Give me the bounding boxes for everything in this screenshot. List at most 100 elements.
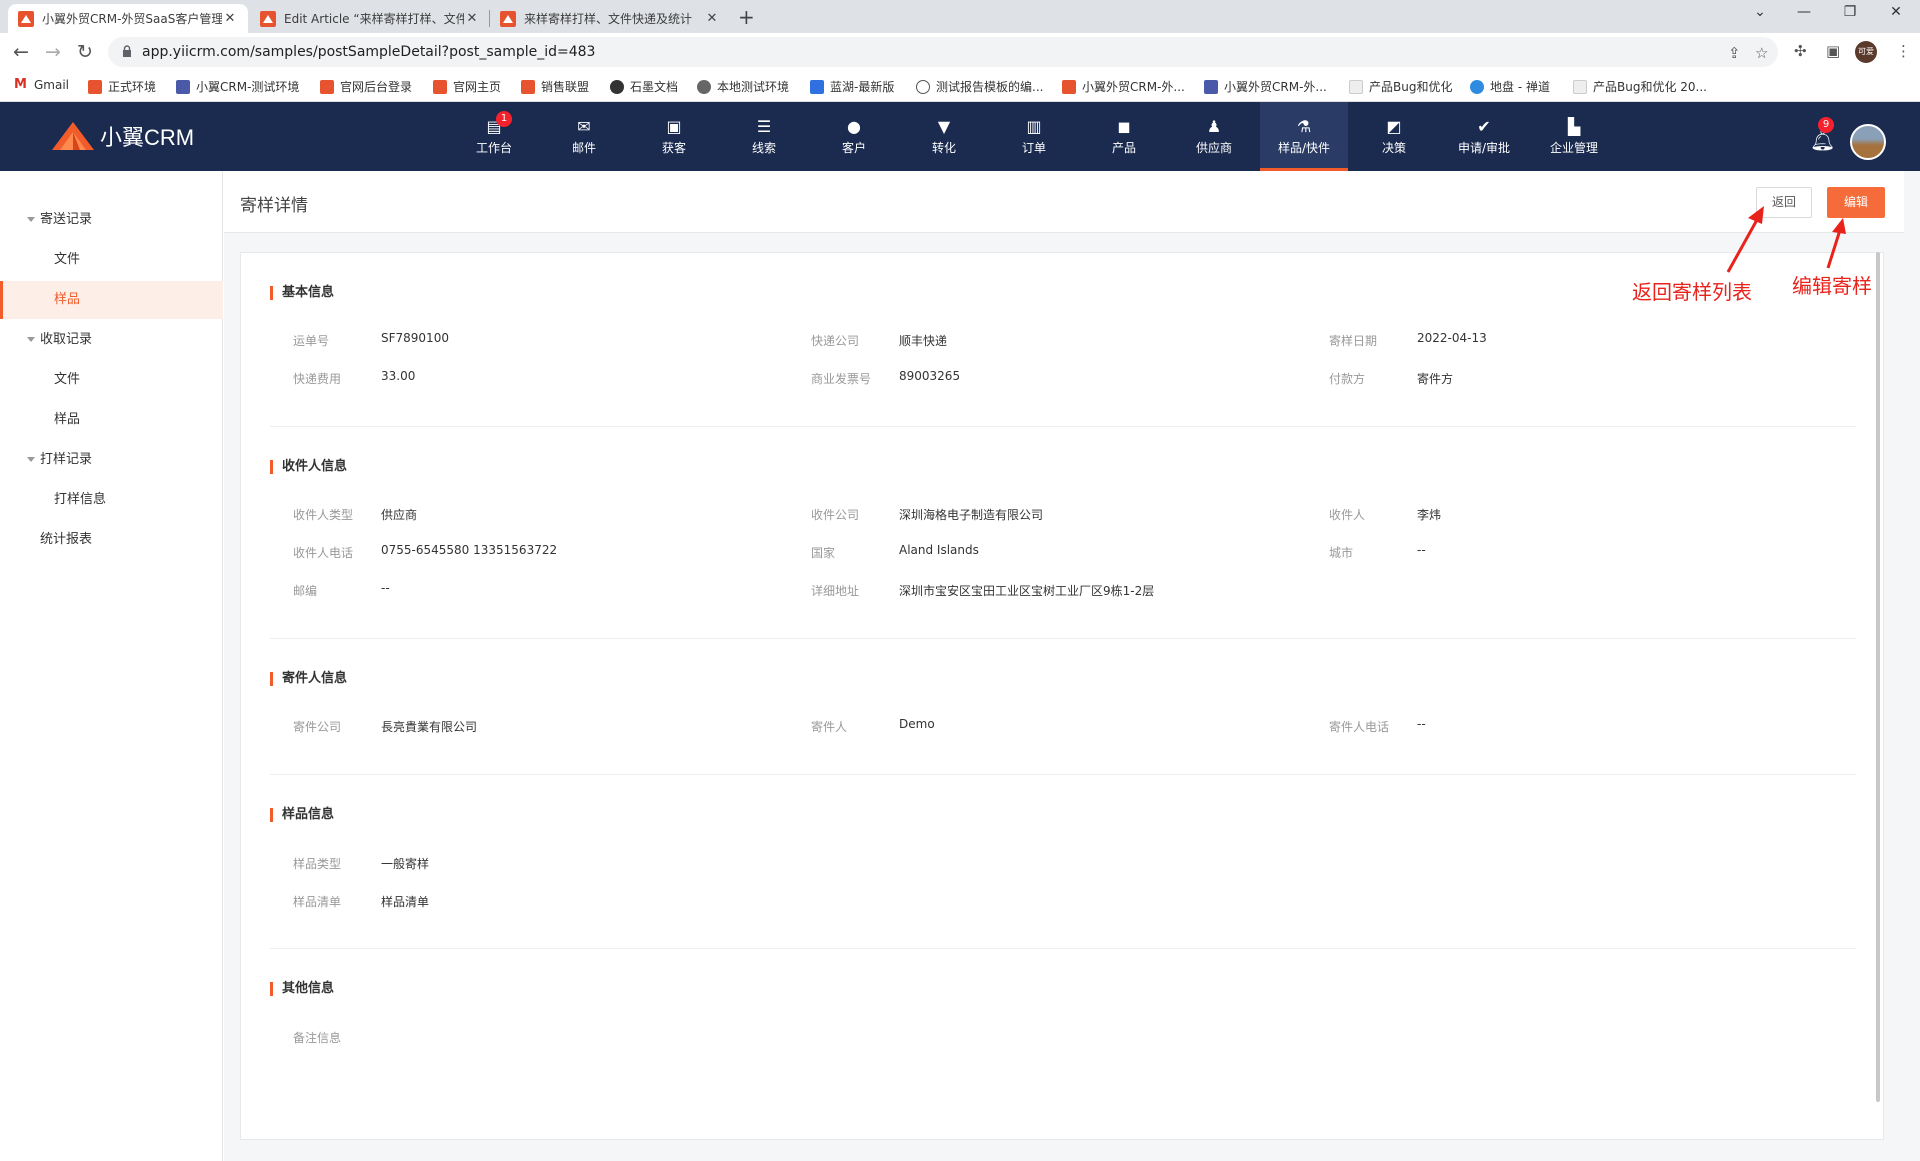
new-tab-plus-icon[interactable]: + [738, 5, 755, 29]
bookmark-item[interactable]: M Gmail [14, 78, 69, 92]
browser-tab-strip: 小翼外贸CRM-外贸SaaS客户管理 ✕ Edit Article “来样寄样打… [0, 0, 1920, 33]
bookmark-item[interactable]: 销售联盟 [521, 78, 589, 95]
nav-products[interactable]: ◼ 产品 [1080, 102, 1168, 171]
bookmark-item[interactable]: 产品Bug和优化 20... [1573, 78, 1707, 95]
nav-label: 订单 [1021, 141, 1046, 155]
section-divider [270, 638, 1856, 639]
field-label: 邮编 [293, 584, 318, 598]
close-icon[interactable]: ✕ [704, 11, 720, 26]
restore-icon[interactable]: ❐ [1830, 4, 1870, 20]
bookmark-item[interactable]: 产品Bug和优化 [1349, 78, 1452, 95]
bookmark-item[interactable]: 正式环境 [88, 78, 156, 95]
nav-mail[interactable]: ✉ 邮件 [540, 102, 628, 171]
bookmark-item[interactable]: 本地测试环境 [697, 78, 789, 95]
crm-test-icon [1204, 79, 1218, 94]
window-close-icon[interactable]: ✕ [1876, 4, 1916, 20]
browser-tab-samples[interactable]: 来样寄样打样、文件快递及统计 ✕ [490, 4, 730, 33]
sidebar-item-proofing-info[interactable]: 打样信息 [0, 481, 223, 519]
edit-button[interactable]: 编辑 [1827, 187, 1885, 218]
field-value: 供应商 [381, 508, 418, 522]
nav-dashboard[interactable]: ▤ 工作台 1 [450, 102, 538, 171]
user-avatar[interactable] [1850, 124, 1886, 160]
bookmark-item[interactable]: 小翼外贸CRM-外... [1062, 78, 1185, 95]
globe-icon [697, 79, 711, 94]
nav-label: 线索 [751, 141, 776, 155]
field-value: -- [1417, 717, 1426, 731]
reload-icon[interactable]: ↻ [72, 39, 98, 65]
nav-acquire[interactable]: ▣ 获客 [630, 102, 718, 171]
page-header: 寄样详情 返回 编辑 [224, 171, 1904, 233]
share-icon[interactable]: ⇪ [1728, 44, 1741, 62]
bookmark-item[interactable]: 官网主页 [433, 78, 501, 95]
tab-search-chevron-icon[interactable]: ⌄ [1740, 4, 1780, 20]
sidebar-item-send-samples[interactable]: 样品 [0, 281, 223, 319]
field-label: 寄样日期 [1329, 334, 1378, 348]
field-value: 0755-6545580 13351563722 [381, 543, 558, 557]
app-logo[interactable]: 小翼CRM [50, 120, 194, 152]
close-icon[interactable]: ✕ [464, 11, 480, 26]
nav-customers[interactable]: ● 客户 [810, 102, 898, 171]
customer-icon: ● [847, 117, 861, 136]
bookmark-item[interactable]: 小翼外贸CRM-外... [1204, 78, 1327, 95]
profile-avatar[interactable]: 可爱 [1855, 41, 1877, 63]
bookmark-label: 正式环境 [108, 80, 157, 94]
bookmark-item[interactable]: 官网后台登录 [320, 78, 412, 95]
app-top-nav: 小翼CRM ▤ 工作台 1 ✉ 邮件 ▣ 获客 ☰ 线索 ● 客户 ▼ 转化 ▥… [0, 102, 1920, 171]
mail-icon: ✉ [577, 117, 591, 136]
forward-arrow-icon[interactable]: → [40, 39, 66, 65]
product-icon: ◼ [1117, 117, 1131, 136]
bookmark-item[interactable]: 测试报告模板的编... [916, 78, 1043, 95]
nav-approval[interactable]: ✔ 申请/审批 [1440, 102, 1528, 171]
field-label: 详细地址 [811, 584, 860, 598]
field-value: 長亮貴業有限公司 [381, 720, 478, 734]
sidebar-group-proofing-records[interactable]: 打样记录 [0, 441, 223, 479]
bookmark-item[interactable]: 蓝湖-最新版 [810, 78, 894, 95]
scrollbar[interactable] [1876, 252, 1880, 1102]
nav-samples[interactable]: ⚗ 样品/快件 [1260, 102, 1348, 171]
nav-label: 供应商 [1195, 141, 1232, 155]
nav-conversion[interactable]: ▼ 转化 [900, 102, 988, 171]
nav-badge: 1 [496, 111, 512, 127]
minimize-icon[interactable]: — [1784, 4, 1824, 20]
field-value: 顺丰快递 [899, 334, 948, 348]
close-icon[interactable]: ✕ [222, 11, 238, 26]
side-panel-icon[interactable]: ▣ [1826, 42, 1840, 60]
bookmark-item[interactable]: 石墨文档 [610, 78, 678, 95]
section-title-sender: 寄件人信息 [270, 672, 347, 686]
sidebar-group-receive-records[interactable]: 收取记录 [0, 321, 223, 359]
nav-label: 样品/快件 [1277, 141, 1331, 155]
browser-tab-crm[interactable]: 小翼外贸CRM-外贸SaaS客户管理 ✕ [8, 4, 248, 33]
field-value: 深圳市宝安区宝田工业区宝树工业厂区9栋1-2层 [899, 584, 1155, 598]
url-text: app.yiicrm.com/samples/postSampleDetail?… [142, 44, 596, 60]
bookmark-item[interactable]: 小翼CRM-测试环境 [176, 78, 299, 95]
sidebar-item-receive-files[interactable]: 文件 [0, 361, 223, 399]
field-value: 李炜 [1417, 508, 1442, 522]
sidebar-group-send-records[interactable]: 寄送记录 [0, 201, 223, 239]
nav-leads[interactable]: ☰ 线索 [720, 102, 808, 171]
tab-title: 来样寄样打样、文件快递及统计 [524, 12, 693, 26]
bookmark-star-icon[interactable]: ☆ [1755, 44, 1768, 62]
nav-decision[interactable]: ◩ 决策 [1350, 102, 1438, 171]
sidebar-item-send-files[interactable]: 文件 [0, 241, 223, 279]
extensions-puzzle-icon[interactable]: ✣ [1794, 42, 1807, 60]
sidebar: 寄送记录 文件 样品 收取记录 文件 样品 打样记录 打样信息 统计报表 [0, 171, 223, 1161]
nav-suppliers[interactable]: ♟ 供应商 [1170, 102, 1258, 171]
nav-enterprise[interactable]: ▙ 企业管理 [1530, 102, 1618, 171]
bookmark-label: 石墨文档 [630, 80, 679, 94]
back-button[interactable]: 返回 [1756, 187, 1812, 218]
nav-label: 工作台 [475, 141, 512, 155]
crm-logo-icon [88, 79, 102, 94]
bookmark-item[interactable]: 地盘 - 禅道 [1470, 78, 1550, 95]
browser-tab-edit-article[interactable]: Edit Article “来样寄样打样、文件 ✕ [250, 4, 490, 33]
nav-orders[interactable]: ▥ 订单 [990, 102, 1078, 171]
sidebar-item-reports[interactable]: 统计报表 [0, 521, 223, 559]
acquire-icon: ▣ [666, 117, 682, 136]
address-bar[interactable]: app.yiicrm.com/samples/postSampleDetail?… [108, 37, 1778, 67]
field-value: 深圳海格电子制造有限公司 [899, 508, 1044, 522]
section-divider [270, 774, 1856, 775]
sidebar-item-receive-samples[interactable]: 样品 [0, 401, 223, 439]
browser-menu-icon[interactable]: ⋮ [1896, 42, 1911, 60]
back-arrow-icon[interactable]: ← [8, 39, 34, 65]
field-label: 运单号 [293, 334, 330, 348]
nav-label: 申请/审批 [1457, 141, 1511, 155]
